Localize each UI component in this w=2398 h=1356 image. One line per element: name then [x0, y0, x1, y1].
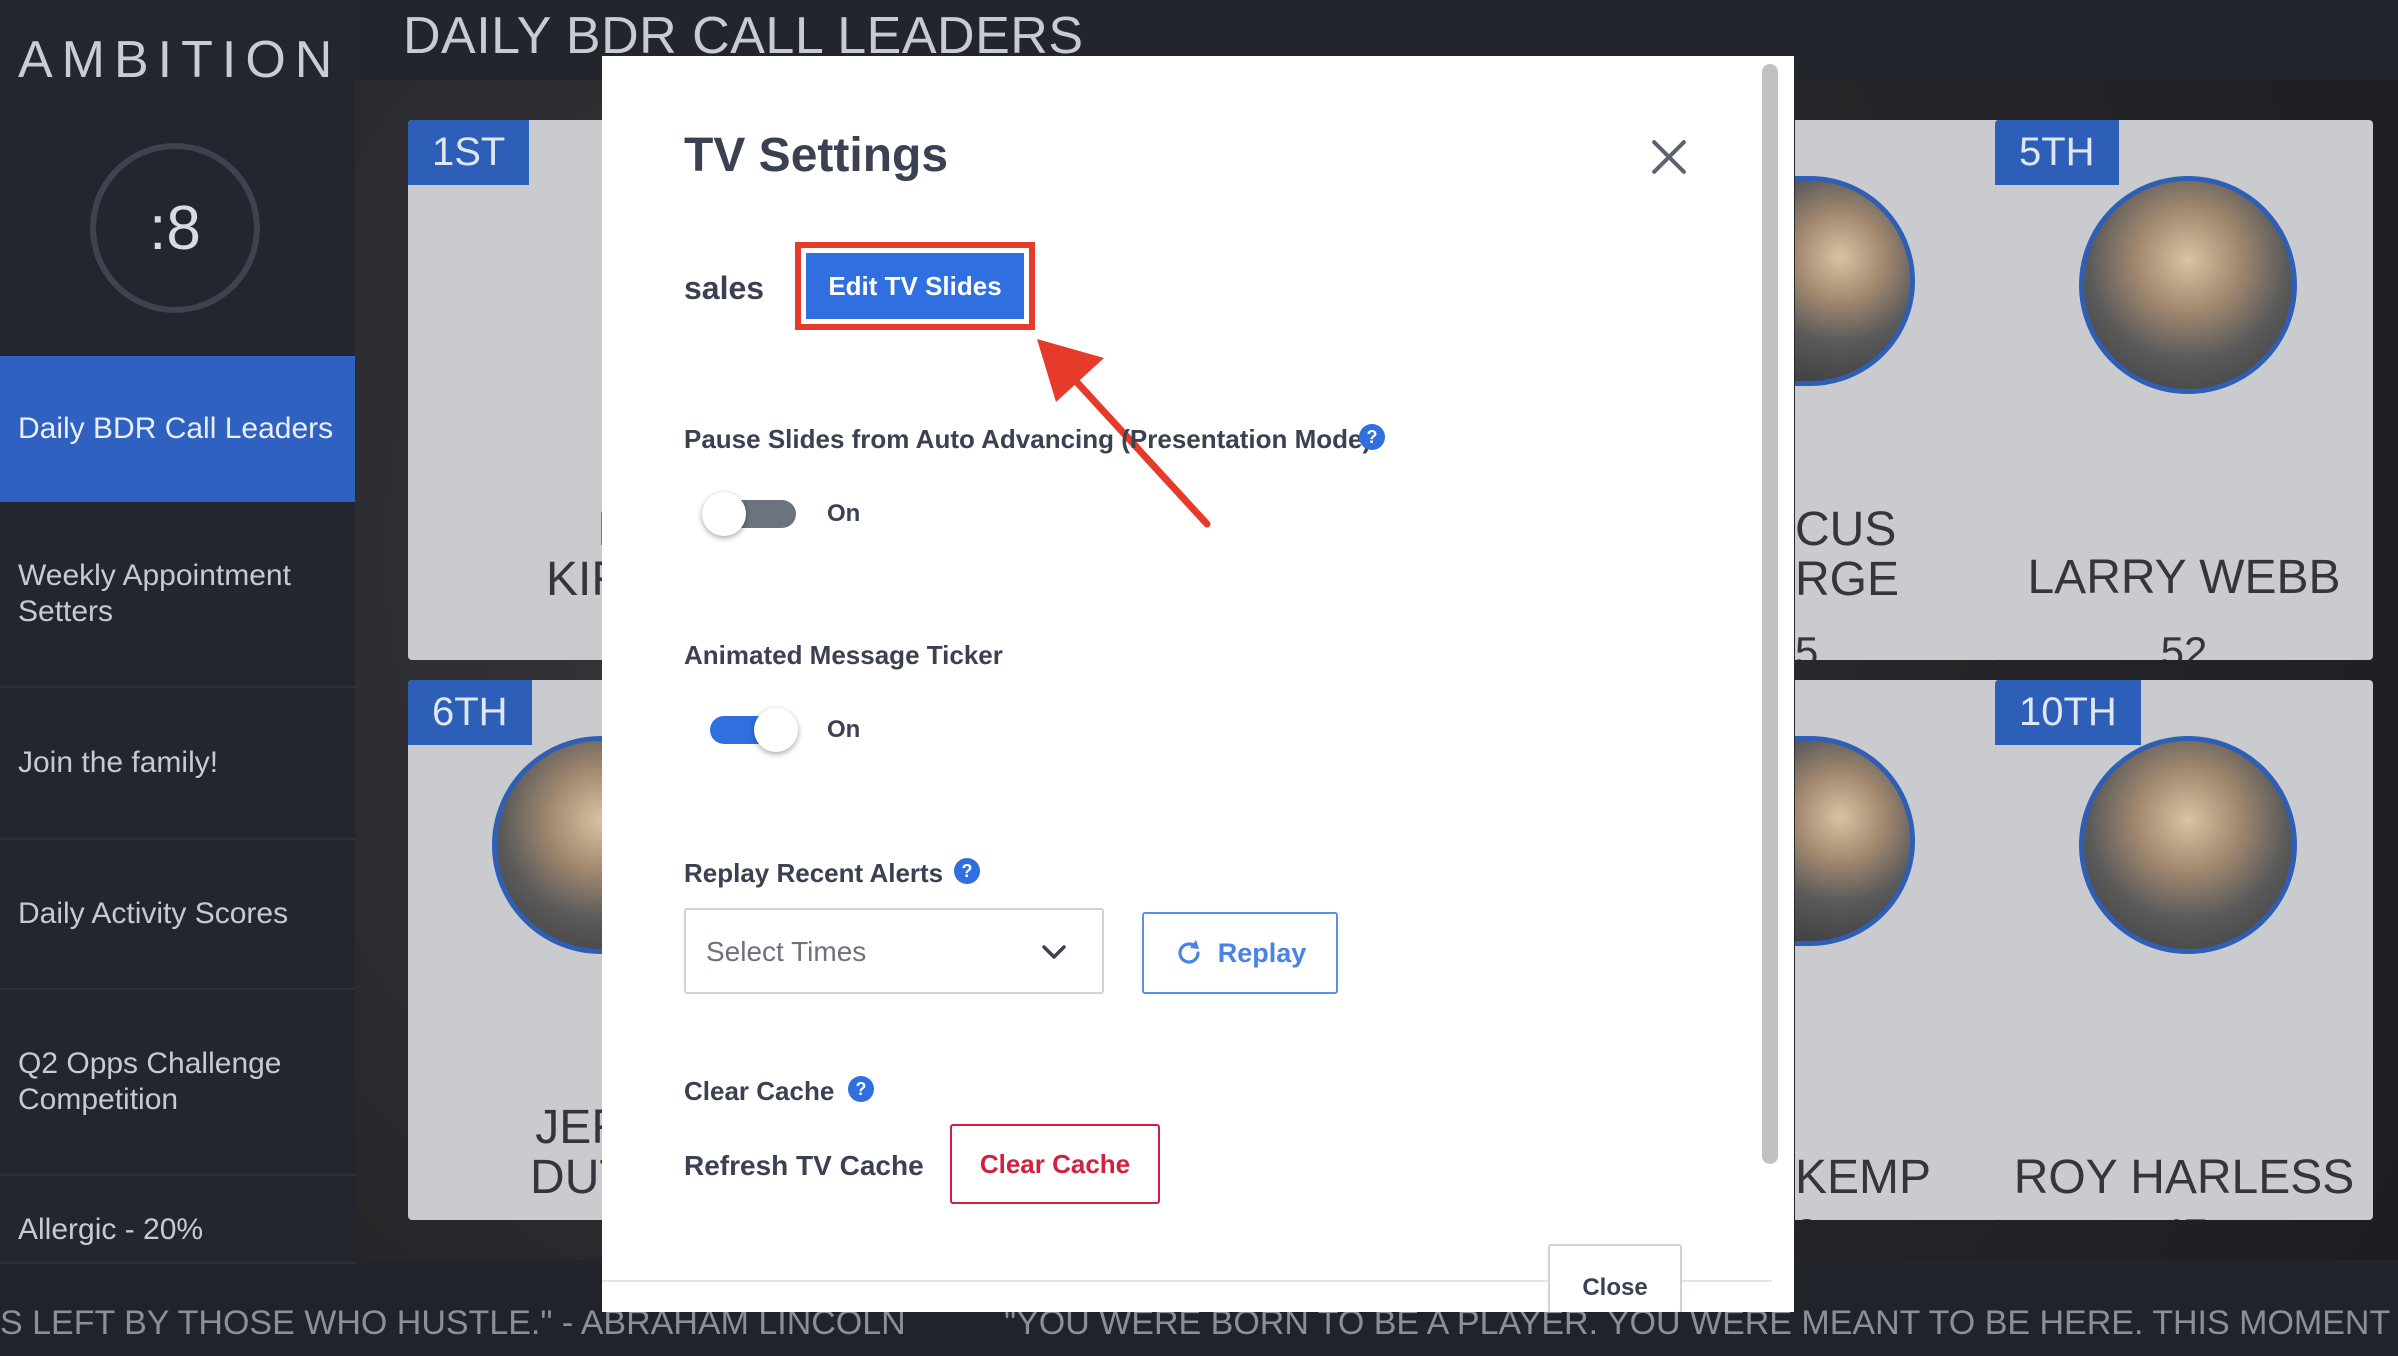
modal-scrollbar[interactable] [1762, 64, 1778, 1164]
tv-settings-modal: TV Settings sales Edit TV Slides Pause S… [602, 56, 1794, 1312]
channel-label: sales [684, 270, 765, 306]
refresh-cache-label: Refresh TV Cache [684, 1150, 924, 1181]
edit-tv-slides-button[interactable]: Edit TV Slides [806, 253, 1024, 319]
pause-slides-label: Pause Slides from Auto Advancing (Presen… [684, 424, 1372, 454]
replay-button-label: Replay [1217, 937, 1307, 968]
toggle-knob [754, 708, 798, 752]
refresh-icon [1178, 940, 1200, 964]
sidebar-item-q2-opps-challenge[interactable]: Q2 Opps Challenge Competition [0, 990, 355, 1176]
leader-score: 5 [1795, 628, 1819, 660]
leader-card: 10TH ROY HARLESS 47 [1995, 680, 2373, 1220]
chevron-down-icon [1042, 945, 1066, 959]
clear-cache-button[interactable]: Clear Cache [950, 1124, 1160, 1204]
replay-button[interactable]: Replay [1142, 912, 1338, 994]
help-icon[interactable]: ? [954, 858, 980, 884]
replay-alerts-label: Replay Recent Alerts [684, 858, 944, 888]
leader-name: LARRY WEBB [2027, 551, 2341, 604]
sidebar-item-daily-bdr-call-leaders[interactable]: Daily BDR Call Leaders [0, 356, 355, 502]
leader-score: 52 [2160, 628, 2208, 660]
leader-avatar [2079, 736, 2297, 954]
close-button[interactable]: Close [1548, 1244, 1682, 1312]
select-times-dropdown[interactable]: Select Times [684, 908, 1104, 994]
sidebar-item-join-the-family[interactable]: Join the family! [0, 688, 355, 840]
rank-badge: 1ST [408, 120, 530, 185]
leader-name: RGE [1795, 553, 1900, 606]
ambition-logo: AMBITION [18, 31, 342, 89]
leader-card: KEMP 8 [1795, 680, 2000, 1220]
animated-ticker-label: Animated Message Ticker [684, 640, 1003, 670]
modal-title: TV Settings [684, 129, 949, 182]
leader-avatar [1795, 176, 1915, 386]
leader-name: KEMP [1795, 1151, 1932, 1204]
leader-avatar [1795, 736, 1915, 946]
leader-name: ROY HARLESS [2013, 1151, 2355, 1204]
animated-ticker-toggle[interactable] [702, 698, 798, 758]
rank-badge: 5TH [1995, 120, 2119, 185]
help-icon[interactable]: ? [848, 1076, 874, 1102]
leader-name: CUS [1795, 503, 1897, 556]
toggle-knob [702, 492, 746, 536]
sidebar-item-weekly-appointment-setters[interactable]: Weekly Appointment Setters [0, 502, 355, 688]
rank-badge: 10TH [1995, 680, 2141, 745]
help-icon[interactable]: ? [1359, 424, 1385, 450]
close-icon[interactable] [1646, 134, 1692, 180]
sidebar-item-allergic[interactable]: Allergic - 20% [0, 1212, 355, 1264]
leader-avatar [2079, 176, 2297, 394]
pause-toggle-state: On [827, 500, 861, 527]
leader-score: 8 [1795, 1210, 2000, 1220]
clear-cache-label: Clear Cache [684, 1076, 835, 1106]
sidebar: AMBITION :8 Daily BDR Call Leaders Weekl… [0, 0, 355, 1264]
leader-card: 5TH LARRY WEBB 52 [1995, 120, 2373, 660]
leader-card: CUS RGE 5 [1795, 120, 2000, 660]
sidebar-item-daily-activity-scores[interactable]: Daily Activity Scores [0, 840, 355, 990]
slide-timer: :8 [90, 143, 260, 313]
leader-score: 47 [1995, 1210, 2373, 1220]
select-placeholder: Select Times [706, 936, 867, 967]
pause-slides-toggle[interactable] [702, 482, 798, 542]
rank-badge: 6TH [408, 680, 532, 745]
ticker-toggle-state: On [827, 716, 861, 743]
